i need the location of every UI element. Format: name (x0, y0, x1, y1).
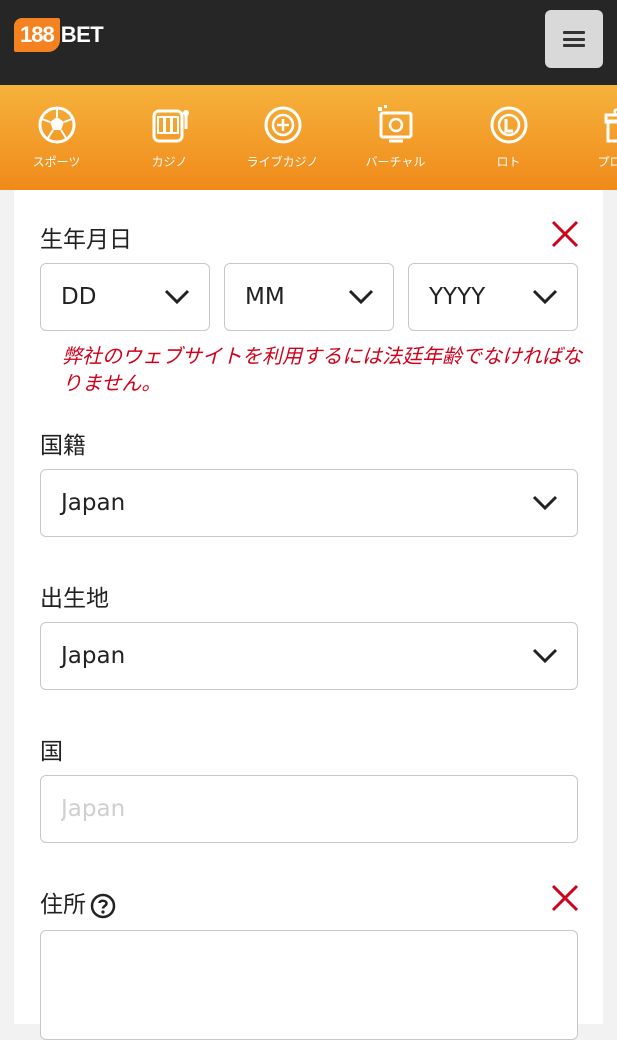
dob-error-message: 弊社のウェブサイトを利用するには法廷年齢でなければなりません。 (62, 343, 582, 397)
registration-form: 生年月日 DD MM YYYY 弊社のウェブサイトを利用するには法廷年齢でなけれ… (14, 190, 603, 1024)
nav-item-promotions[interactable]: プロモー (565, 85, 617, 190)
country-label: 国 (40, 732, 63, 766)
nav-item-lotto[interactable]: ロト (452, 85, 565, 190)
birthplace-select[interactable]: Japan (40, 622, 578, 690)
nav-label: プロモー (597, 153, 617, 170)
nav-label: ライブカジノ (247, 153, 319, 170)
nav-label: バーチャル (366, 153, 426, 170)
nav-item-live-casino[interactable]: ライブカジノ (226, 85, 339, 190)
address-label-text: 住所 (40, 892, 86, 918)
chevron-down-icon (531, 647, 559, 665)
address-label: 住所 (40, 885, 116, 919)
gift-icon (600, 103, 617, 147)
country-input[interactable] (41, 776, 577, 842)
birthplace-label: 出生地 (40, 579, 109, 613)
nav-label: スポーツ (33, 153, 81, 170)
lotto-ball-icon (487, 103, 531, 147)
hamburger-menu-icon (563, 31, 585, 47)
nationality-label: 国籍 (40, 426, 86, 460)
chevron-down-icon (163, 288, 191, 306)
birthplace-value: Japan (61, 643, 125, 669)
logo[interactable]: 188 BET (14, 10, 103, 60)
close-icon (549, 882, 581, 914)
dob-month-value: MM (245, 284, 285, 310)
close-icon (549, 218, 581, 250)
virtual-screen-icon (374, 103, 418, 147)
dob-month-select[interactable]: MM (224, 263, 394, 331)
help-icon[interactable] (90, 893, 116, 919)
chevron-down-icon (347, 288, 375, 306)
slot-machine-icon (148, 103, 192, 147)
nav-label: カジノ (152, 153, 188, 170)
nav-item-virtual[interactable]: バーチャル (339, 85, 452, 190)
logo-number: 188 (14, 18, 60, 52)
country-field[interactable] (40, 775, 578, 843)
chevron-down-icon (531, 494, 559, 512)
address-input[interactable] (41, 931, 577, 1039)
roulette-chip-icon (261, 103, 305, 147)
logo-text: BET (61, 22, 104, 48)
chevron-down-icon (531, 288, 559, 306)
nav-label: ロト (496, 153, 520, 170)
dob-day-value: DD (61, 284, 96, 310)
nationality-select[interactable]: Japan (40, 469, 578, 537)
top-bar: 188 BET (0, 0, 617, 85)
category-nav: スポーツ カジノ ライブカジノ バーチャル (0, 85, 617, 190)
soccer-ball-icon (35, 103, 79, 147)
nationality-value: Japan (61, 490, 125, 516)
nav-item-sports[interactable]: スポーツ (0, 85, 113, 190)
dob-day-select[interactable]: DD (40, 263, 210, 331)
menu-button[interactable] (545, 10, 603, 68)
dob-year-select[interactable]: YYYY (408, 263, 578, 331)
dob-year-value: YYYY (429, 284, 485, 310)
dob-label: 生年月日 (40, 220, 132, 254)
nav-item-casino[interactable]: カジノ (113, 85, 226, 190)
